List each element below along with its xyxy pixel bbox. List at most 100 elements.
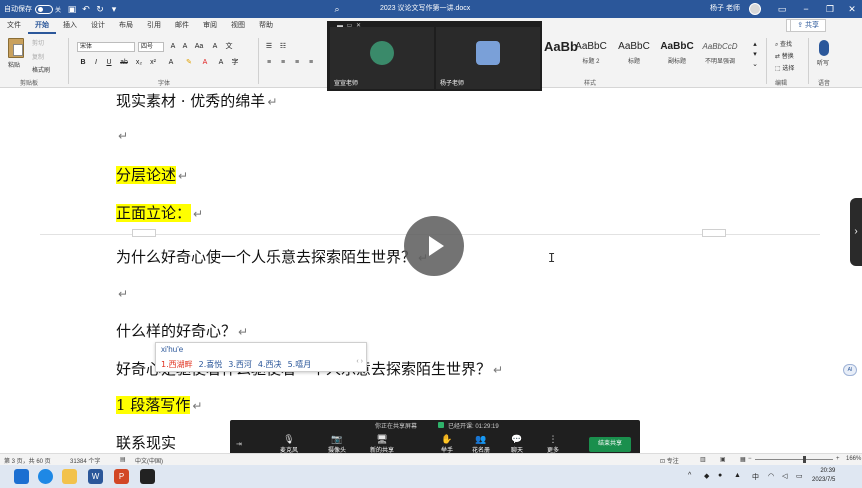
change-case-icon[interactable]: Aa: [194, 42, 204, 52]
mic-button[interactable]: 🎙 麦克风: [272, 434, 306, 454]
save-icon[interactable]: ▣: [65, 2, 79, 16]
styles-scroll-down-icon[interactable]: ▾: [750, 50, 760, 60]
customize-quick-access-icon[interactable]: ▾: [107, 2, 121, 16]
windows-icon[interactable]: [14, 469, 29, 484]
zoom-out-icon[interactable]: −: [748, 456, 752, 462]
search-icon[interactable]: ⌕: [330, 2, 344, 16]
dictate-label[interactable]: 听写: [817, 58, 829, 67]
new-share-button[interactable]: 🖥 新的共享: [365, 434, 399, 454]
paragraph[interactable]: 什么样的好奇心？ ↵: [116, 320, 248, 341]
ime-candidate[interactable]: 1.西湖畔: [161, 359, 193, 370]
paragraph[interactable]: ↵: [116, 284, 128, 302]
format-painter-button[interactable]: 格式刷: [32, 65, 50, 74]
style-item[interactable]: AaBbCcD 不明显强调: [699, 38, 741, 68]
dictate-icon[interactable]: [819, 40, 829, 56]
font-color-icon[interactable]: A: [200, 58, 210, 68]
tab-design[interactable]: 设计: [84, 18, 112, 34]
app-icon[interactable]: [140, 469, 155, 484]
char-shading-icon[interactable]: A: [216, 58, 226, 68]
undo-icon[interactable]: ↶: [79, 2, 93, 16]
highlight-icon[interactable]: ✎: [184, 58, 194, 68]
grow-font-icon[interactable]: A: [168, 42, 178, 52]
shrink-font-icon[interactable]: A: [180, 42, 190, 52]
side-panel-toggle-icon[interactable]: ›: [850, 198, 862, 266]
underline-icon[interactable]: U: [104, 58, 114, 68]
file-explorer-icon[interactable]: [62, 469, 77, 484]
ime-candidate[interactable]: 3.西河: [228, 359, 252, 370]
paragraph[interactable]: 现实素材 · 优秀的绵羊 ↵: [116, 90, 277, 111]
edge-icon[interactable]: [38, 469, 53, 484]
paste-label[interactable]: 粘贴: [8, 60, 20, 69]
paragraph[interactable]: 为什么好奇心使一个人乐意去探索陌生世界？↵: [116, 246, 428, 267]
paragraph[interactable]: 1 段落写作 ↵: [116, 394, 202, 415]
text-effects-icon[interactable]: A: [166, 58, 176, 68]
focus-mode-button[interactable]: ⊡ 专注: [660, 456, 679, 465]
play-icon[interactable]: [404, 216, 464, 276]
enclose-char-icon[interactable]: 字: [230, 58, 240, 68]
ime-candidate[interactable]: 2.喜悦: [199, 359, 223, 370]
read-mode-icon[interactable]: ▥: [700, 456, 706, 463]
assistant-badge-icon[interactable]: AI: [843, 364, 857, 376]
styles-more-icon[interactable]: ⌄: [750, 60, 760, 70]
paste-icon[interactable]: [8, 38, 24, 58]
battery-icon[interactable]: ▭: [796, 472, 803, 480]
font-name-select[interactable]: 宋体: [77, 42, 135, 52]
tab-view[interactable]: 视图: [224, 18, 252, 34]
ime-page-arrows-icon[interactable]: ‹ ›: [356, 358, 363, 365]
tab-references[interactable]: 引用: [140, 18, 168, 34]
ime-candidate[interactable]: 4.西决: [258, 359, 282, 370]
tab-mailings[interactable]: 邮件: [168, 18, 196, 34]
tray-overflow-icon[interactable]: ^: [688, 472, 691, 479]
zoom-slider-thumb[interactable]: [803, 456, 806, 463]
style-item[interactable]: AaBbC 副标题: [656, 38, 698, 68]
bold-icon[interactable]: B: [78, 58, 88, 68]
tab-home[interactable]: 开始: [28, 18, 56, 34]
end-share-button[interactable]: 结束共享: [589, 437, 631, 452]
paragraph[interactable]: ↵: [116, 126, 128, 144]
close-icon[interactable]: ✕: [838, 0, 862, 18]
zoom-level[interactable]: 166%: [846, 456, 861, 462]
raise-hand-button[interactable]: ✋ 举手: [430, 434, 464, 454]
wifi-icon[interactable]: ◠: [768, 472, 774, 480]
ime-candidate[interactable]: 5.嘻月: [288, 359, 312, 370]
clear-format-icon[interactable]: A: [210, 42, 220, 52]
bullets-icon[interactable]: ☰: [264, 42, 274, 52]
page-count[interactable]: 第 3 页，共 60 页: [4, 456, 51, 465]
cut-button[interactable]: 剪切: [32, 38, 44, 47]
redo-icon[interactable]: ↻: [93, 2, 107, 16]
tab-help[interactable]: 帮助: [252, 18, 280, 34]
superscript-icon[interactable]: x²: [148, 58, 158, 68]
replace-button[interactable]: ⇄ 替换: [775, 51, 794, 60]
print-layout-icon[interactable]: ▣: [720, 456, 726, 463]
font-size-select[interactable]: 四号: [138, 42, 164, 52]
select-button[interactable]: ⬚ 选择: [775, 63, 794, 72]
tab-review[interactable]: 审阅: [196, 18, 224, 34]
tab-insert[interactable]: 插入: [56, 18, 84, 34]
more-button[interactable]: ⋮ 更多: [536, 434, 570, 454]
document-title[interactable]: 2023 议论文写作第一讲.docx: [380, 0, 470, 18]
clock[interactable]: 20:39 2023/7/5: [812, 467, 835, 485]
video-tile[interactable]: 宣宣老师: [330, 27, 434, 89]
copy-button[interactable]: 复制: [32, 52, 44, 61]
paragraph[interactable]: 分层论述 ↵: [116, 164, 188, 185]
align-center-icon[interactable]: ≡: [278, 58, 288, 68]
language-indicator[interactable]: 中文(中国): [135, 456, 163, 465]
styles-scroll-up-icon[interactable]: ▴: [750, 40, 760, 50]
video-tile[interactable]: 杨子老师: [436, 27, 540, 89]
ime-indicator-icon[interactable]: 中: [752, 472, 759, 482]
tray-app-icon[interactable]: ◆: [704, 472, 709, 480]
zoom-in-icon[interactable]: +: [836, 456, 840, 462]
italic-icon[interactable]: I: [91, 58, 101, 68]
chat-button[interactable]: 💬 聊天: [500, 434, 534, 454]
expand-icon[interactable]: ⇥: [236, 440, 242, 448]
volume-icon[interactable]: ◁: [782, 472, 787, 480]
strikethrough-icon[interactable]: ab: [119, 58, 129, 68]
numbering-icon[interactable]: ☷: [278, 42, 288, 52]
style-item[interactable]: AaBbC 标题 2: [570, 38, 612, 68]
align-right-icon[interactable]: ≡: [292, 58, 302, 68]
autosave-toggle[interactable]: [35, 4, 53, 14]
avatar[interactable]: [749, 3, 761, 15]
web-layout-icon[interactable]: ▦: [740, 456, 746, 463]
tray-app-icon[interactable]: ●: [718, 472, 722, 479]
justify-icon[interactable]: ≡: [306, 58, 316, 68]
